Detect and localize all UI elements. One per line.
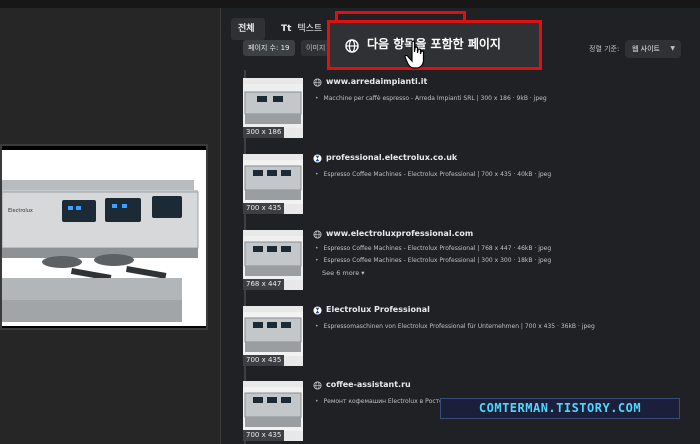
image-viewer: Electrolux (0, 8, 221, 444)
hand-cursor-icon (404, 40, 425, 69)
result-item[interactable]: 768 x 447 www.electroluxprofessional.com… (243, 229, 683, 294)
result-thumbnail[interactable]: 700 x 435 (243, 154, 303, 214)
globe-icon (345, 39, 359, 53)
tab-all[interactable]: 전체 (231, 18, 265, 40)
top-bar (0, 0, 700, 8)
watermark: COMTERMAN.TISTORY.COM (440, 398, 680, 419)
result-item[interactable]: 300 x 186 www.arredaimpianti.it Macchine… (243, 77, 683, 142)
selected-image: Electrolux (2, 150, 206, 326)
text-icon: Tt (281, 24, 292, 34)
result-domain[interactable]: professional.electrolux.co.uk (326, 153, 457, 162)
result-domain[interactable]: coffee-assistant.ru (326, 380, 411, 389)
result-item[interactable]: 700 x 435 professional.electrolux.co.uk … (243, 153, 683, 218)
sort-dropdown[interactable]: 웹 사이트 ▼ (625, 40, 681, 58)
pages-with-match-tab[interactable]: 다음 항목을 포함한 페이지 (327, 20, 542, 70)
tab-text-label: 텍스트 (297, 24, 323, 34)
electrolux-logo-icon (313, 154, 322, 163)
result-domain[interactable]: www.electroluxprofessional.com (326, 229, 473, 238)
thumbnail-size: 768 x 447 (243, 279, 285, 290)
thumbnail-size: 300 x 186 (243, 127, 285, 138)
tab-text[interactable]: Tt 텍스트 (274, 18, 332, 40)
globe-icon (313, 230, 322, 239)
pages-with-match-label: 다음 항목을 포함한 페이지 (367, 37, 501, 51)
result-description[interactable]: Espresso Coffee Machines - Electrolux Pr… (315, 257, 552, 264)
globe-icon (313, 78, 322, 87)
result-description[interactable]: Espresso Coffee Machines - Electrolux Pr… (315, 245, 552, 252)
svg-text:Electrolux: Electrolux (8, 208, 33, 214)
result-description[interactable]: Macchine per caffè espresso - Arreda Imp… (315, 95, 547, 102)
sort-label: 정렬 기준: (589, 45, 620, 53)
selected-image-frame[interactable]: Electrolux (0, 144, 208, 330)
result-item[interactable]: 700 x 435 Electrolux Professional Espres… (243, 305, 683, 370)
result-domain[interactable]: Electrolux Professional (326, 305, 430, 314)
result-thumbnail[interactable]: 700 x 435 (243, 306, 303, 366)
page-count-chip[interactable]: 페이지 수: 19 (243, 40, 295, 56)
sort-value: 웹 사이트 (632, 45, 660, 53)
result-thumbnail[interactable]: 768 x 447 (243, 230, 303, 290)
thumbnail-size: 700 x 435 (243, 203, 285, 214)
globe-icon (313, 381, 322, 390)
result-description[interactable]: Espresso Coffee Machines - Electrolux Pr… (315, 171, 552, 178)
result-thumbnail[interactable]: 300 x 186 (243, 78, 303, 138)
result-description[interactable]: Espressomaschinen von Electrolux Profess… (315, 323, 595, 330)
thumbnail-size: 700 x 435 (243, 430, 285, 441)
lens-screen: { "tabs": { "all": "전체", "text_icon": "T… (0, 0, 700, 444)
see-more-link[interactable]: See 6 more ▾ (322, 269, 365, 277)
chevron-down-icon: ▼ (670, 45, 675, 52)
electrolux-logo-icon (313, 306, 322, 315)
thumbnail-size: 700 x 435 (243, 355, 285, 366)
result-thumbnail[interactable]: 700 x 435 (243, 381, 303, 441)
results-panel: 전체 Tt 텍스트 페이지 수: 19 이미지 정렬 기준: 웹 사이트 ▼ 3… (222, 8, 700, 444)
result-domain[interactable]: www.arredaimpianti.it (326, 77, 427, 86)
